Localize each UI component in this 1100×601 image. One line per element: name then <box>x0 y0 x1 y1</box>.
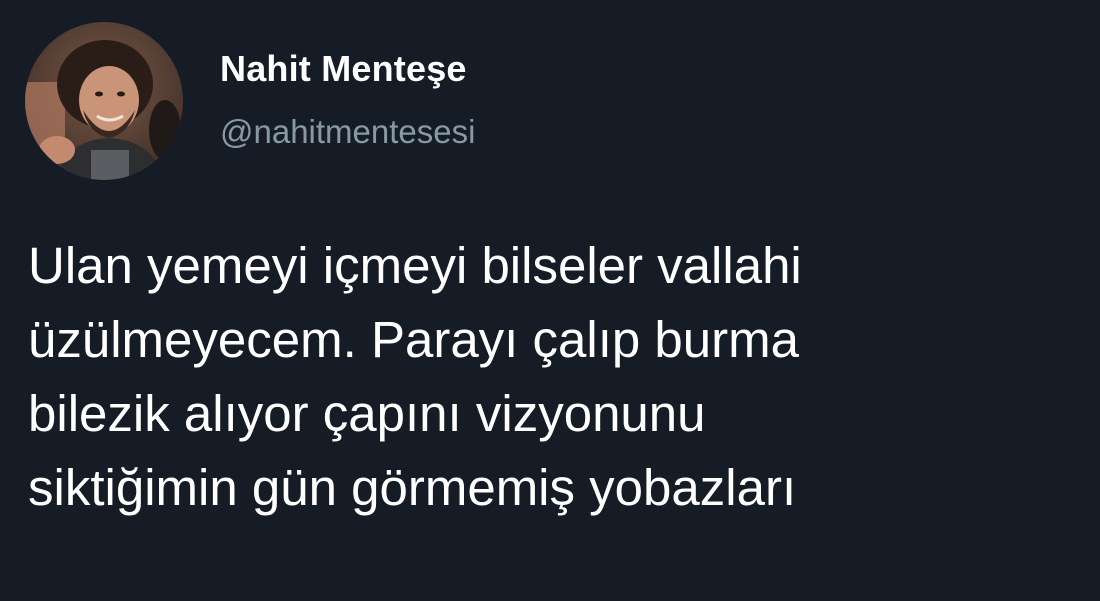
author-avatar[interactable] <box>25 22 183 180</box>
tweet-text-line: siktiğimin gün görmemiş yobazları <box>28 459 797 516</box>
avatar-photo-icon <box>25 22 183 180</box>
tweet-text-line: Ulan yemeyi içmeyi bilseler vallahi <box>28 237 802 294</box>
tweet-text: Ulan yemeyi içmeyi bilseler vallahi üzül… <box>28 229 1088 525</box>
tweet-card: Nahit Menteşe @nahitmentesesi Ulan yemey… <box>0 0 1100 601</box>
author-handle[interactable]: @nahitmentesesi <box>220 113 475 151</box>
tweet-text-line: üzülmeyecem. Parayı çalıp burma <box>28 311 799 368</box>
tweet-text-line: bilezik alıyor çapını vizyonunu <box>28 385 706 442</box>
author-display-name[interactable]: Nahit Menteşe <box>220 48 467 90</box>
